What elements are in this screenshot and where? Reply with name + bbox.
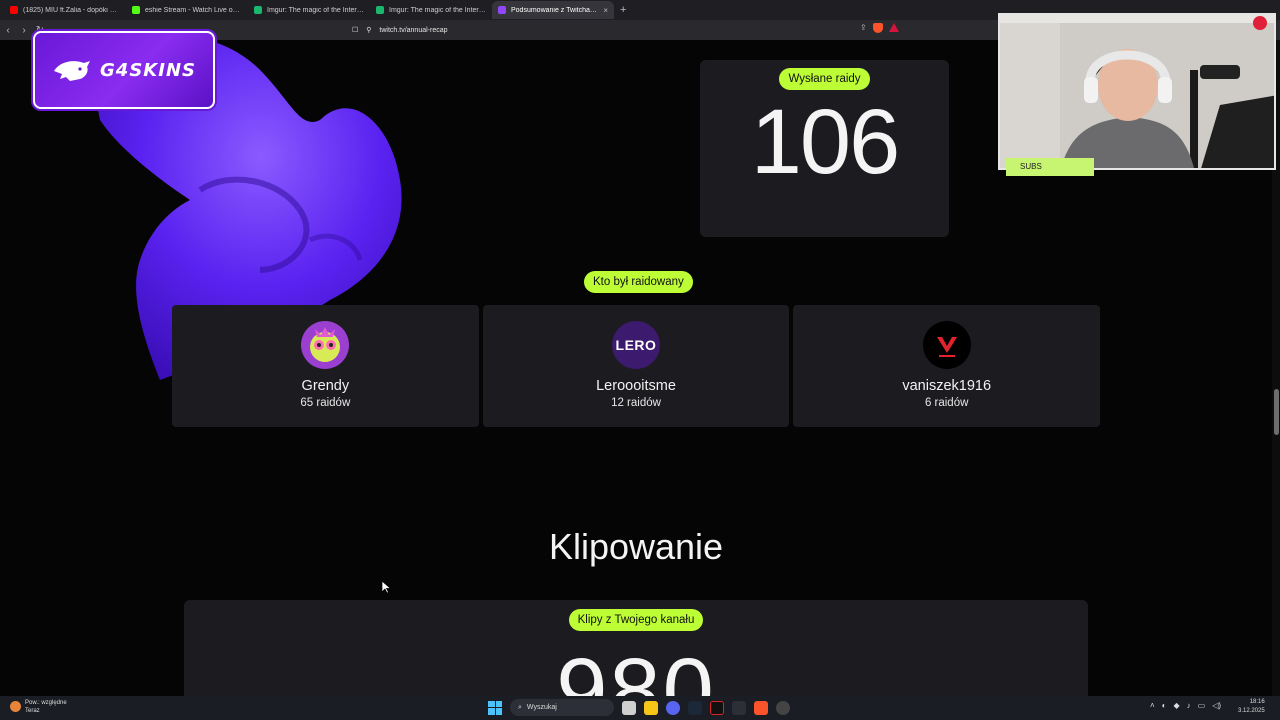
browser-tab[interactable]: (1825) MIÚ ft.Zalia - dopóki się c [4,1,126,19]
brave-icon[interactable] [754,700,768,715]
weather-condition: Pow.: względne [25,700,67,706]
streamer-webcam-image [1000,15,1274,168]
mouse-cursor-icon [382,581,391,594]
network-icon[interactable]: ▭ [1198,701,1206,710]
section-title-clips: Klipowanie [548,526,724,567]
bookmark-icon[interactable]: ☐ [352,26,358,34]
sent-raids-card: Wysłane raidy 106 [700,60,949,237]
browser-tab[interactable]: Podsumowanie z Twitcha 2025 × [492,1,614,19]
channel-name[interactable]: Leroooitsme [483,378,790,394]
share-icon[interactable]: ⇪ [860,23,867,33]
tab-favicon-icon [10,6,18,14]
clips-card: Klipy z Twojego kanału 980 [184,600,1088,696]
tab-title: (1825) MIÚ ft.Zalia - dopóki się c [23,6,120,14]
new-tab-button[interactable]: + [620,4,626,16]
channel-name[interactable]: vaniszek1916 [793,378,1100,394]
tab-favicon-icon [376,6,384,14]
search-icon: ⌕ [518,703,522,711]
tab-favicon-icon [132,6,140,14]
taskbar: Pow.: względne Teraz ⌕ Wyszukaj ˄ ◐ ◆ ♪ … [0,696,1280,720]
tab-favicon-icon [254,6,262,14]
subs-bar: SUBS [1006,158,1094,176]
tray-app-icon[interactable]: ◆ [1174,701,1180,710]
search-placeholder: Wyszukaj [526,704,557,711]
brave-shield-icon[interactable] [872,23,883,33]
raided-channel-card[interactable]: vaniszek1916 6 raidów [793,305,1101,427]
forward-icon[interactable]: › [16,25,32,36]
clips-label: Klipy z Twojego kanału [568,609,704,631]
sponsor-logo: G4SKINS [33,31,215,109]
channel-name[interactable]: Grendy [172,378,479,394]
microphone-icon[interactable]: ♪ [1187,701,1191,710]
app-icon[interactable] [776,700,790,715]
tab-favicon-icon [498,6,506,14]
tab-title: eshie Stream - Watch Live on Ki [145,6,242,14]
app-icon[interactable] [710,700,724,715]
tray-app-icon[interactable]: ◐ [1162,701,1167,710]
clock[interactable]: 18:16 3.12.2025 [1238,698,1265,716]
raid-count: 12 raidów [611,397,661,409]
url-field[interactable]: ☐ ⚲ twitch.tv/annual-recap [352,22,912,38]
discord-icon[interactable] [666,700,680,715]
channel-avatar[interactable]: LERO [612,321,660,369]
webcam-overlay [998,13,1276,170]
raided-channels-label: Kto był raidowany [584,271,693,293]
sent-raids-label: Wysłane raidy [779,68,870,90]
tab-title: Podsumowanie z Twitcha 2025 [511,6,599,14]
vaniszek-avatar-icon [936,337,957,357]
channel-avatar[interactable] [922,321,971,369]
file-explorer-icon[interactable] [644,700,658,715]
panther-icon [54,61,91,81]
browser-tab[interactable]: eshie Stream - Watch Live on Ki [126,1,248,19]
browser-tab[interactable]: Imgur: The magic of the Internet [370,1,492,19]
chevron-up-icon[interactable]: ˄ [1150,701,1155,710]
app-icon[interactable] [732,700,746,715]
back-icon[interactable]: ‹ [0,25,16,36]
grendy-avatar-icon [310,327,341,362]
tab-title: Imgur: The magic of the Internet [267,6,364,14]
weather-widget[interactable]: Pow.: względne Teraz [10,699,67,715]
browser-tab[interactable]: Imgur: The magic of the Internet [248,1,370,19]
channel-avatar[interactable] [301,321,350,369]
url-text[interactable]: twitch.tv/annual-recap [379,27,447,34]
tab-title: Imgur: The magic of the Internet [389,6,486,14]
brave-rewards-icon[interactable] [888,23,899,32]
sponsor-brand: G4SKINS [100,59,196,81]
steam-icon[interactable] [688,700,702,715]
task-view-icon[interactable] [622,700,636,715]
raided-channel-card[interactable]: LERO Leroooitsme 12 raidów [482,305,790,427]
clock-time: 18:16 [1249,699,1265,705]
clips-count: 980 [556,640,716,696]
raid-count: 65 raidów [300,397,351,409]
system-tray: ˄ ◐ ◆ ♪ ▭ ◁) [1150,701,1221,710]
weather-time: Teraz [25,708,40,714]
raided-channels-list: Grendy 65 raidów LERO Leroooitsme 12 rai… [172,305,1101,427]
raid-count: 6 raidów [924,397,969,409]
sent-raids-count: 106 [750,91,901,193]
volume-icon[interactable]: ◁) [1212,701,1221,710]
start-icon[interactable] [488,700,502,715]
close-tab-icon[interactable]: × [603,6,608,15]
toolbar-icons: ⇪ [860,23,899,33]
raided-channel-card[interactable]: Grendy 65 raidów [172,305,479,427]
site-info-icon[interactable]: ⚲ [366,26,371,34]
weather-icon [10,701,21,712]
taskbar-search[interactable]: ⌕ Wyszukaj [510,699,614,716]
taskbar-apps: ⌕ Wyszukaj [488,699,790,716]
scrollbar-thumb[interactable] [1274,389,1279,435]
clock-date: 3.12.2025 [1238,708,1265,714]
